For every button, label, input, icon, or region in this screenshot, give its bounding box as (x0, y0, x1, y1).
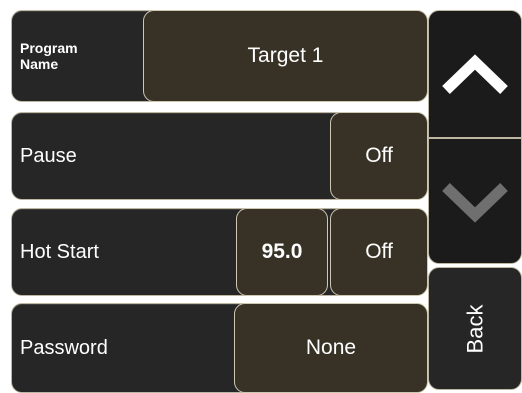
pause-toggle-button[interactable]: Off (330, 112, 428, 200)
scroll-up-button[interactable] (428, 10, 522, 138)
program-name-label-line1: Program (20, 40, 78, 56)
password-value-button[interactable]: None (234, 303, 428, 393)
hot-start-temperature-button[interactable]: 95.0 (236, 208, 328, 296)
password-row: Password None (11, 303, 428, 393)
hot-start-toggle-button[interactable]: Off (330, 208, 428, 296)
hot-start-row: Hot Start 95.0 Off (11, 208, 428, 296)
program-name-label: Program Name (20, 11, 78, 101)
password-label: Password (20, 336, 108, 359)
pause-row: Pause Off (11, 112, 428, 200)
chevron-down-icon (442, 183, 508, 223)
program-name-label-line2: Name (20, 56, 59, 72)
back-button[interactable]: Back (428, 267, 522, 390)
program-name-row: Program Name Target 1 (11, 10, 428, 102)
back-label: Back (461, 304, 487, 353)
hot-start-label: Hot Start (20, 240, 99, 263)
scroll-down-button[interactable] (428, 138, 522, 264)
pause-label: Pause (20, 144, 77, 167)
settings-screen: Program Name Target 1 Pause Off Hot Star… (0, 0, 522, 393)
chevron-up-icon (442, 54, 508, 94)
program-name-value-button[interactable]: Target 1 (143, 10, 428, 102)
